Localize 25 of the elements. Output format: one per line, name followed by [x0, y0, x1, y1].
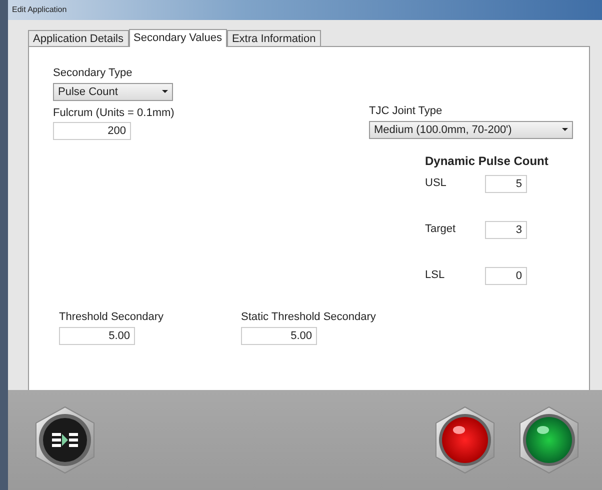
field-label: Static Threshold Secondary	[241, 310, 377, 324]
field-label: Threshold Secondary	[59, 310, 165, 324]
input-field[interactable]: 5	[485, 174, 527, 193]
input-field[interactable]: 5.00	[59, 326, 135, 344]
field-label: USL	[425, 177, 448, 190]
dropdown[interactable]: Pulse Count	[53, 82, 173, 101]
input-field[interactable]: 0	[485, 266, 527, 285]
tab[interactable]: Secondary Values	[128, 29, 227, 47]
field-label: Target	[425, 223, 457, 236]
input-field[interactable]: 3	[485, 220, 527, 239]
caret-icon	[162, 90, 168, 94]
input-field[interactable]: 200	[53, 122, 131, 140]
dropdown-value: Pulse Count	[58, 84, 118, 100]
field-label: Secondary Type	[53, 67, 134, 80]
field-label: LSL	[425, 269, 446, 282]
tab[interactable]: Extra Information	[226, 30, 321, 46]
tab[interactable]: Application Details	[28, 30, 128, 46]
field-label: TJC Joint Type	[369, 105, 444, 118]
caret-icon	[562, 128, 568, 132]
dropdown-value: Medium (100.0mm, 70-200')	[374, 122, 512, 138]
dropdown[interactable]: Medium (100.0mm, 70-200')	[369, 120, 573, 139]
input-field[interactable]: 5.00	[241, 326, 317, 344]
window-title: Edit Application	[8, 0, 602, 20]
section-title: Dynamic Pulse Count	[425, 154, 550, 168]
field-label: Fulcrum (Units = 0.1mm)	[53, 106, 176, 120]
